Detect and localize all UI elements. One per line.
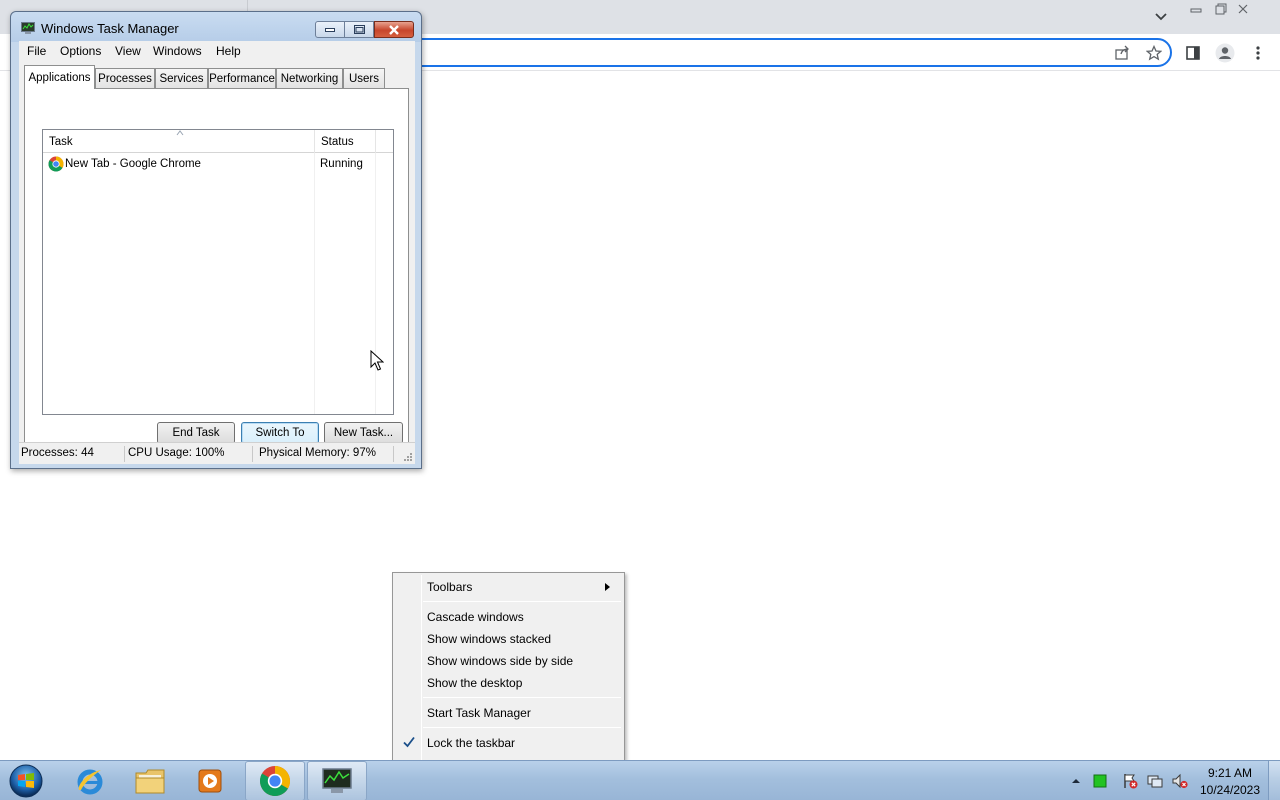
menu-bar: File Options View Windows Help [19, 41, 415, 61]
column-task-label: Task [49, 136, 73, 148]
task-manager-icon [322, 768, 352, 793]
minimize-button[interactable] [315, 21, 345, 38]
menu-windows[interactable]: Windows [153, 44, 202, 58]
task-name: New Tab - Google Chrome [65, 158, 201, 170]
chrome-minimize-button[interactable] [1183, 0, 1209, 18]
chrome-close-button[interactable] [1230, 0, 1256, 18]
column-header-task[interactable]: Task [43, 130, 315, 153]
tab-processes[interactable]: Processes [95, 68, 155, 88]
mouse-cursor-icon [370, 350, 384, 371]
status-cpu-usage: CPU Usage: 100% [128, 447, 225, 459]
show-desktop-button[interactable] [1268, 761, 1280, 800]
menu-item-label: Show windows side by side [427, 654, 574, 668]
menu-item-label: Show windows stacked [427, 632, 552, 646]
submenu-arrow-icon [605, 583, 610, 591]
close-button[interactable] [374, 21, 414, 38]
status-processes: Processes: 44 [21, 447, 94, 459]
switch-to-button[interactable]: Switch To [241, 422, 319, 444]
network-icon[interactable] [1147, 773, 1163, 789]
menu-item-start-task-manager[interactable]: Start Task Manager [395, 701, 622, 723]
clock-time[interactable]: 9:21 AM [1198, 766, 1262, 780]
menu-help[interactable]: Help [216, 44, 241, 58]
column-header-status[interactable]: Status [315, 130, 376, 153]
taskbar: 9:21 AM 10/24/2023 [0, 760, 1280, 800]
column-status-label: Status [321, 136, 354, 148]
menu-item-label: Toolbars [427, 580, 473, 594]
taskbar-windows-explorer[interactable] [120, 761, 180, 800]
bookmark-star-icon[interactable] [1142, 41, 1166, 65]
task-manager-titlebar[interactable]: Windows Task Manager [11, 12, 421, 42]
menu-item-label: Start Task Manager [427, 706, 531, 720]
menu-item-show-windows-stacked[interactable]: Show windows stacked [395, 627, 622, 649]
address-bar[interactable] [380, 38, 1172, 67]
menu-view[interactable]: View [115, 44, 141, 58]
green-status-tray-icon[interactable] [1092, 773, 1108, 789]
task-manager-app-icon [21, 22, 35, 34]
taskbar-google-chrome[interactable] [245, 761, 305, 800]
share-icon[interactable] [1110, 41, 1134, 65]
window-title: Windows Task Manager [41, 21, 179, 36]
column-divider [314, 153, 315, 414]
status-divider [252, 446, 253, 462]
windows-explorer-icon [135, 769, 165, 794]
menu-item-label: Lock the taskbar [427, 736, 516, 750]
taskbar-task-manager[interactable] [307, 761, 367, 800]
volume-muted-icon[interactable] [1172, 773, 1188, 789]
task-list-header: Task Status [43, 130, 393, 153]
menu-item-lock-the-taskbar[interactable]: Lock the taskbar [395, 731, 622, 753]
new-task-button[interactable]: New Task... [324, 422, 403, 444]
task-list[interactable]: Task Status New Tab - Google Chrome Runn… [42, 129, 394, 415]
menu-item-label: Cascade windows [427, 610, 524, 624]
tab-services[interactable]: Services [155, 68, 208, 88]
menu-item-toolbars[interactable]: Toolbars [395, 575, 622, 597]
maximize-button[interactable] [345, 21, 374, 38]
menu-item-label: Show the desktop [427, 676, 523, 690]
resize-grip-icon[interactable] [403, 452, 413, 462]
clock-date[interactable]: 10/24/2023 [1198, 783, 1262, 797]
menu-item-cascade-windows[interactable]: Cascade windows [395, 605, 622, 627]
taskbar-context-menu: Toolbars Cascade windows Show windows st… [392, 572, 625, 760]
status-divider [393, 446, 394, 462]
column-header-filler [376, 130, 393, 153]
tab-users[interactable]: Users [343, 68, 385, 88]
end-task-button[interactable]: End Task [157, 422, 235, 444]
status-divider [124, 446, 125, 462]
applications-panel: Task Status New Tab - Google Chrome Runn… [24, 88, 409, 444]
menu-separator [423, 601, 621, 602]
tab-networking[interactable]: Networking [276, 68, 343, 88]
sort-ascending-icon [176, 130, 184, 136]
internet-explorer-icon [77, 769, 103, 795]
tab-applications[interactable]: Applications [24, 65, 95, 89]
action-center-flag-icon[interactable] [1122, 773, 1138, 789]
side-panel-icon[interactable] [1181, 41, 1205, 65]
tab-performance[interactable]: Performance [208, 68, 276, 88]
start-button[interactable] [6, 762, 46, 800]
menu-item-show-windows-side-by-side[interactable]: Show windows side by side [395, 649, 622, 671]
checkmark-icon [403, 736, 415, 748]
tab-search-chevron-icon[interactable] [1150, 6, 1172, 28]
taskbar-media-player[interactable] [180, 761, 240, 800]
column-divider [375, 153, 376, 414]
menu-options[interactable]: Options [60, 44, 101, 58]
show-hidden-icons-arrow-icon[interactable] [1068, 773, 1084, 789]
task-status: Running [320, 158, 363, 170]
taskbar-internet-explorer[interactable] [60, 761, 120, 800]
profile-avatar-icon[interactable] [1213, 41, 1237, 65]
task-manager-window: Windows Task Manager File Options View W… [10, 11, 422, 469]
task-manager-body: Applications Processes Services Performa… [19, 61, 415, 444]
chrome-icon [260, 766, 290, 797]
menu-separator [423, 727, 621, 728]
task-row[interactable]: New Tab - Google Chrome Running [43, 154, 393, 174]
media-player-icon [198, 769, 222, 793]
status-bar: Processes: 44 CPU Usage: 100% Physical M… [19, 442, 415, 464]
status-physical-memory: Physical Memory: 97% [259, 447, 376, 459]
windows-logo-icon [9, 764, 43, 798]
menu-separator [423, 697, 621, 698]
chrome-icon [48, 156, 64, 172]
chrome-menu-kebab-icon[interactable] [1246, 41, 1270, 65]
menu-item-show-the-desktop[interactable]: Show the desktop [395, 671, 622, 693]
menu-file[interactable]: File [27, 44, 46, 58]
